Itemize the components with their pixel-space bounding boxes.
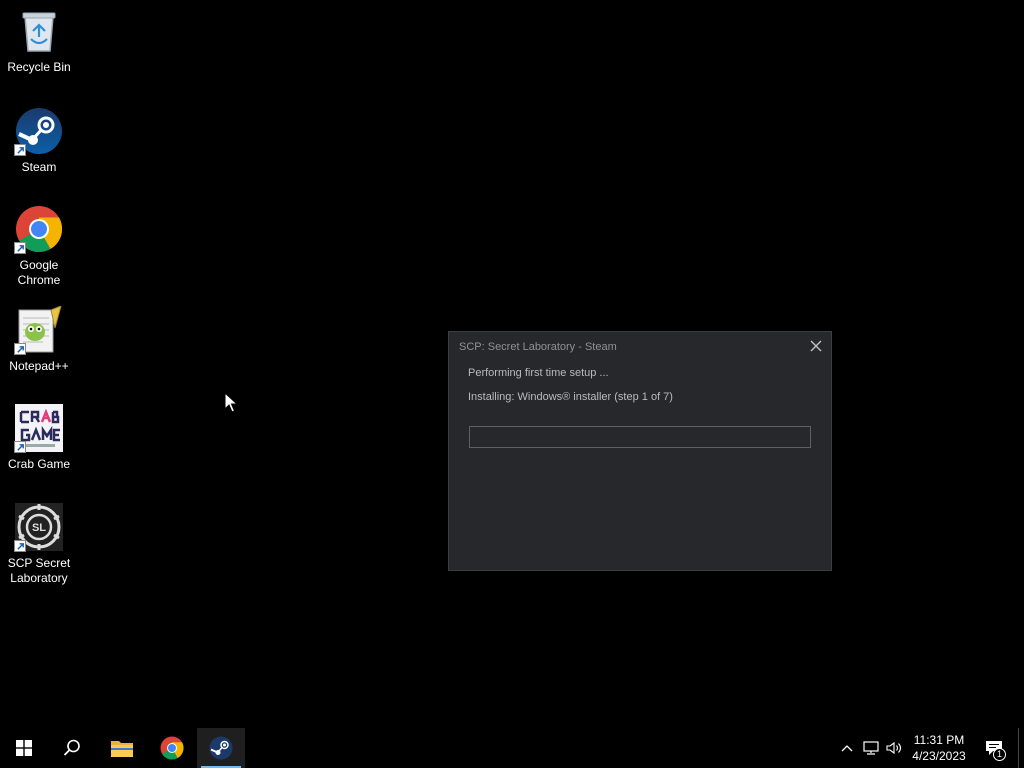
desktop-icon-steam[interactable]: Steam	[2, 106, 76, 175]
close-icon	[810, 340, 822, 352]
folder-icon	[111, 741, 133, 757]
show-hidden-icons-button[interactable]	[838, 728, 856, 768]
steam-icon	[14, 106, 64, 156]
volume-button[interactable]	[884, 728, 906, 768]
start-button[interactable]	[0, 728, 48, 768]
show-desktop-button[interactable]	[1018, 728, 1024, 768]
install-step-text: Installing: Windows® installer (step 1 o…	[468, 391, 673, 403]
desktop-icon-crab-game[interactable]: Crab Game	[2, 403, 76, 472]
desktop-icon-label: Google Chrome	[17, 258, 61, 287]
desktop-icon-notepadpp[interactable]: Notepad++	[2, 305, 76, 374]
network-button[interactable]	[860, 728, 882, 768]
action-center-button[interactable]: 1	[979, 728, 1009, 768]
dialog-close-button[interactable]	[807, 337, 825, 355]
taskbar-search-button[interactable]	[48, 728, 96, 768]
scp-icon: SL	[14, 502, 64, 552]
desktop-icon-label: Crab Game	[7, 457, 71, 471]
speaker-icon	[886, 741, 902, 755]
setup-status-text: Performing first time setup ...	[468, 367, 609, 379]
taskbar-file-explorer[interactable]	[98, 728, 146, 768]
svg-text:SL: SL	[32, 522, 46, 534]
shortcut-arrow-icon	[14, 144, 26, 156]
shortcut-arrow-icon	[14, 242, 26, 254]
shortcut-arrow-icon	[14, 343, 26, 355]
mouse-cursor-icon	[224, 392, 238, 413]
desktop-icon-recycle-bin[interactable]: Recycle Bin	[2, 6, 76, 75]
desktop-icon-chrome[interactable]: Google Chrome	[2, 204, 76, 288]
search-icon	[63, 739, 80, 756]
chrome-icon	[160, 736, 184, 760]
install-progress-bar	[469, 426, 811, 448]
chrome-icon	[14, 204, 64, 254]
shortcut-arrow-icon	[14, 540, 26, 552]
recycle-bin-icon	[14, 6, 64, 56]
crab-game-icon	[14, 403, 64, 453]
desktop-icon-label: Steam	[21, 160, 57, 174]
desktop-icon-label: Recycle Bin	[7, 60, 71, 74]
taskbar-clock[interactable]: 11:31 PM 4/23/2023	[906, 732, 972, 764]
steam-setup-dialog: SCP: Secret Laboratory - Steam Performin…	[448, 331, 832, 571]
windows-logo-icon	[16, 740, 32, 756]
clock-time: 11:31 PM	[913, 733, 965, 747]
desktop-icon-label: Notepad++	[9, 359, 69, 373]
taskbar-steam[interactable]	[197, 728, 245, 768]
shortcut-arrow-icon	[14, 441, 26, 453]
desktop-icon-label: SCP Secret Laboratory	[7, 556, 71, 585]
taskbar: 11:31 PM 4/23/2023 1	[0, 728, 1024, 768]
desktop-icon-scp-secret-laboratory[interactable]: SL SCP Secret Laboratory	[2, 502, 76, 586]
notepadpp-icon	[14, 305, 64, 355]
notification-count-badge: 1	[993, 748, 1006, 761]
dialog-title: SCP: Secret Laboratory - Steam	[459, 341, 617, 353]
taskbar-chrome[interactable]	[148, 728, 196, 768]
chevron-up-icon	[841, 745, 853, 752]
steam-icon	[209, 736, 233, 760]
network-icon	[863, 741, 879, 755]
clock-date: 4/23/2023	[912, 749, 966, 763]
